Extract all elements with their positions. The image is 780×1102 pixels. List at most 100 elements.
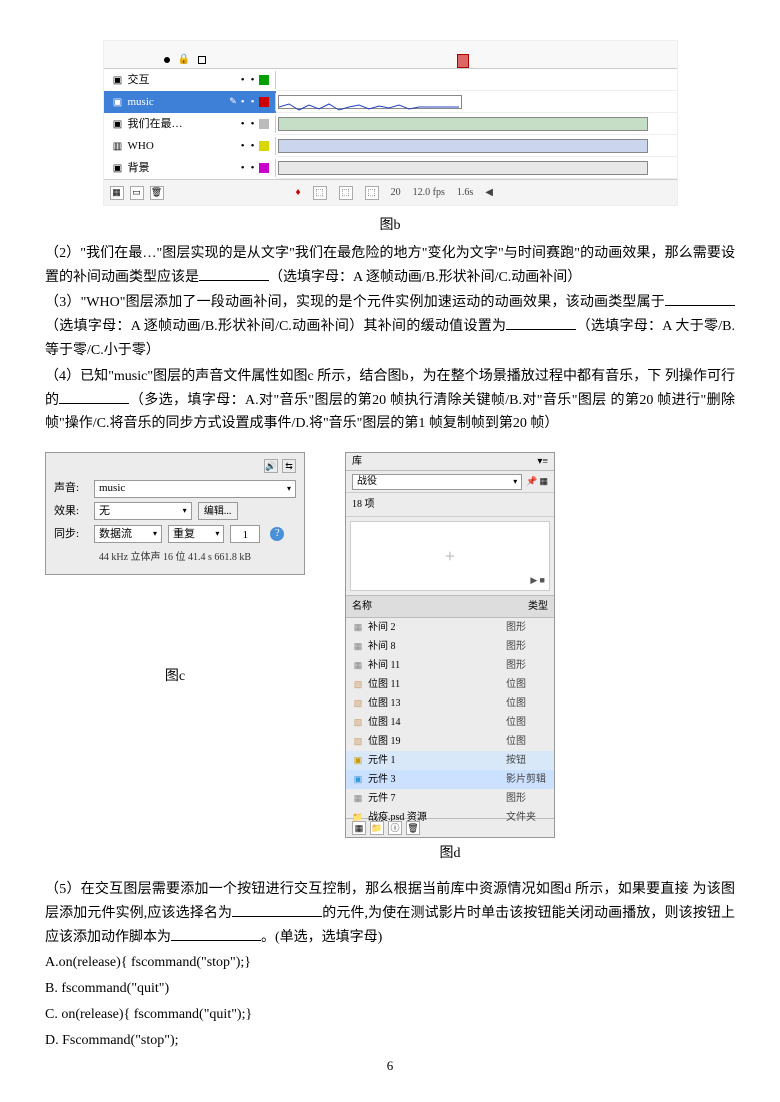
lib-item[interactable]: ▣元件 1按钮 (346, 751, 554, 770)
onion-outline-button[interactable]: ⬚ (339, 186, 353, 200)
properties-button[interactable]: ⓘ (388, 821, 402, 835)
chevron-down-icon: ▾ (153, 527, 157, 541)
help-icon[interactable]: ? (270, 527, 284, 541)
lib-item[interactable]: ▣元件 3影片剪辑 (346, 770, 554, 789)
speaker-icon[interactable]: 🔊 (264, 459, 278, 473)
visibility-icon (164, 57, 170, 63)
color-swatch (259, 163, 269, 173)
layer-name: music (128, 93, 154, 112)
graphic-icon: ▦ (352, 641, 364, 653)
lib-item[interactable]: ▦补间 11图形 (346, 656, 554, 675)
chevron-down-icon: ▾ (513, 475, 517, 489)
question-5: （5）在交互图层需要添加一个按钮进行交互控制，那么根据当前库中资源情况如图d 所… (45, 878, 735, 949)
list-header: 名称 类型 (346, 595, 554, 618)
color-swatch (259, 75, 269, 85)
movieclip-icon: ▣ (352, 774, 364, 786)
graphic-icon: ▦ (352, 660, 364, 672)
chevron-down-icon: ▾ (287, 482, 291, 496)
library-preview: + ▶ ■ (350, 521, 550, 591)
sound-label: 声音: (54, 479, 88, 498)
new-lib-icon[interactable]: ▦ (539, 474, 548, 489)
library-list: ▦补间 2图形 ▦补间 8图形 ▦补间 11图形 ▧位图 11位图 ▧位图 13… (346, 618, 554, 818)
layer-icon: ▥ (112, 140, 124, 152)
lib-item[interactable]: ▧位图 19位图 (346, 732, 554, 751)
page-number: 6 (0, 1055, 780, 1077)
item-count: 18 项 (346, 493, 554, 517)
effect-select[interactable]: 无▾ (94, 502, 192, 520)
new-folder-button[interactable]: 📁 (370, 821, 384, 835)
swap-icon[interactable]: ⇆ (282, 459, 296, 473)
layer-name: WHO (128, 137, 154, 156)
timeline-footer: ▦ ▭ 🗑 ♦ ⬚ ⬚ ⬚ 20 12.0 fps 1.6s ◀ (104, 179, 677, 205)
layer-icon: ▣ (112, 74, 124, 86)
onion-skin-button[interactable]: ⬚ (313, 186, 327, 200)
figure-d-caption: 图d (345, 842, 555, 866)
layer-row-jiaohu[interactable]: ▣ 交互 •• (104, 69, 677, 91)
chevron-down-icon: ▾ (215, 527, 219, 541)
layer-icon: ▣ (112, 118, 124, 130)
graphic-icon: ▦ (352, 622, 364, 634)
delete-layer-button[interactable]: 🗑 (150, 186, 164, 200)
outline-icon (198, 56, 206, 64)
sync-label: 同步: (54, 525, 88, 544)
layer-name: 背景 (128, 159, 150, 178)
lock-icon: 🔒 (178, 51, 190, 68)
new-layer-button[interactable]: ▦ (110, 186, 124, 200)
layer-row-music[interactable]: ▣ music ✎ •• (104, 91, 677, 113)
edit-button[interactable]: 编辑... (198, 502, 238, 520)
repeat-count[interactable]: 1 (230, 525, 260, 543)
layer-icon: ▣ (112, 96, 124, 108)
lib-item[interactable]: ▧位图 13位图 (346, 694, 554, 713)
bitmap-icon: ▧ (352, 736, 364, 748)
play-icon[interactable]: ▶ ■ (530, 573, 545, 588)
bitmap-icon: ▧ (352, 717, 364, 729)
library-title: 库 (352, 453, 362, 470)
pin-icon[interactable]: 📌 (526, 474, 537, 489)
time-display: 1.6s (457, 184, 473, 201)
option-b: B. fscommand("quit") (45, 977, 735, 1001)
scroll-left-icon[interactable]: ◀ (485, 184, 493, 201)
option-c: C. on(release){ fscommand("quit");} (45, 1003, 735, 1027)
new-symbol-button[interactable]: ▦ (352, 821, 366, 835)
fps-display: 12.0 fps (413, 184, 445, 201)
figure-c-caption: 图c (45, 665, 305, 689)
option-d: D. Fscommand("stop"); (45, 1029, 735, 1053)
layer-name: 交互 (128, 71, 150, 90)
layer-name: 我们在最… (128, 115, 183, 134)
delete-button[interactable]: 🗑 (406, 821, 420, 835)
layer-row-beijing[interactable]: ▣ 背景 •• (104, 157, 677, 179)
graphic-icon: ▦ (352, 793, 364, 805)
button-icon: ▣ (352, 755, 364, 767)
pencil-icon: ✎ (229, 94, 237, 109)
bitmap-icon: ▧ (352, 679, 364, 691)
question-2: （2）"我们在最…"图层实现的是从文字"我们在最危险的地方"变化为文字"与时间赛… (45, 242, 735, 290)
figure-b-timeline-panel: 🔒 1 5 10 15 20 25 30 35 40 ▣ 交互 •• ▣ (103, 40, 678, 206)
edit-frames-button[interactable]: ⬚ (365, 186, 379, 200)
color-swatch (259, 97, 269, 107)
lib-item[interactable]: ▦元件 7图形 (346, 789, 554, 808)
new-folder-button[interactable]: ▭ (130, 186, 144, 200)
option-a: A.on(release){ fscommand("stop");} (45, 951, 735, 975)
color-swatch (259, 119, 269, 129)
timeline-header: 🔒 1 5 10 15 20 25 30 35 40 (104, 41, 677, 69)
figure-b-caption: 图b (45, 214, 735, 238)
library-panel: 库 ▾≡ 战役▾ 📌 ▦ 18 项 + ▶ ■ 名称 类型 ▦补间 2图形 (345, 452, 555, 838)
layer-row-women[interactable]: ▣ 我们在最… •• (104, 113, 677, 135)
question-4: （4）已知"music"图层的声音文件属性如图c 所示，结合图b，为在整个场景播… (45, 365, 735, 436)
lib-item[interactable]: ▦补间 8图形 (346, 637, 554, 656)
audio-waveform (279, 102, 459, 112)
repeat-select[interactable]: 重复▾ (168, 525, 224, 543)
sound-select[interactable]: music▾ (94, 480, 296, 498)
library-search[interactable]: 战役▾ (352, 474, 522, 490)
lib-item[interactable]: ▦补间 2图形 (346, 618, 554, 637)
layer-row-who[interactable]: ▥ WHO •• (104, 135, 677, 157)
lib-item[interactable]: ▧位图 11位图 (346, 675, 554, 694)
chevron-down-icon: ▾ (183, 504, 187, 518)
sync-select[interactable]: 数据流▾ (94, 525, 162, 543)
effect-label: 效果: (54, 502, 88, 521)
bitmap-icon: ▧ (352, 698, 364, 710)
lib-item[interactable]: ▧位图 14位图 (346, 713, 554, 732)
panel-menu-icon[interactable]: ▾≡ (537, 453, 548, 470)
question-3: （3）"WHO"图层添加了一段动画补间，实现的是个元件实例加速运动的动画效果，该… (45, 291, 735, 362)
layer-icon: ▣ (112, 162, 124, 174)
